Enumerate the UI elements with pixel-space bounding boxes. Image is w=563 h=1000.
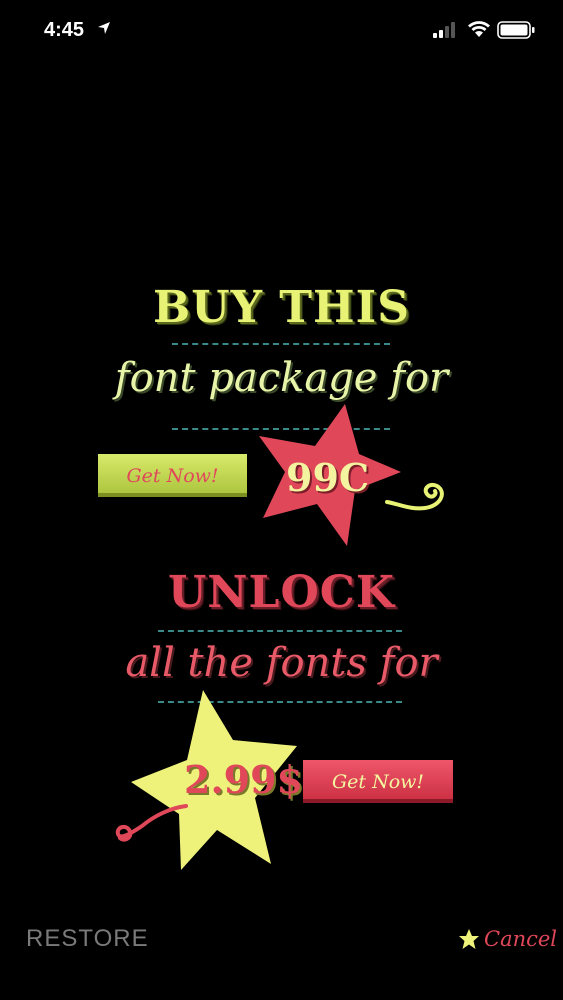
price-2-99: 2.99$ xyxy=(184,757,303,802)
status-bar: 4:45 xyxy=(0,0,563,60)
cancel-button[interactable]: Cancel xyxy=(458,927,557,951)
signal-icon xyxy=(433,22,455,38)
swirl-icon xyxy=(115,804,188,842)
battery-icon xyxy=(497,21,535,39)
star-icon xyxy=(459,929,479,949)
divider xyxy=(158,630,402,632)
restore-button[interactable]: RESTORE xyxy=(26,925,149,953)
offer-one-subtitle: font package for xyxy=(114,355,449,401)
divider xyxy=(172,343,390,345)
offer-two-title: UNLOCK xyxy=(167,567,396,618)
price-99c: 99C xyxy=(286,455,370,500)
status-time: 4:45 xyxy=(44,19,85,41)
cancel-label: Cancel xyxy=(484,927,558,951)
swirl-icon xyxy=(385,483,444,511)
location-arrow-icon xyxy=(98,22,110,34)
offer-two-subtitle: all the fonts for xyxy=(125,640,438,686)
get-now-button-99c[interactable]: Get Now! xyxy=(98,454,247,497)
get-now-button-2-99[interactable]: Get Now! xyxy=(303,760,453,803)
wifi-icon xyxy=(468,21,490,37)
offer-one-title: BUY THIS xyxy=(153,282,410,333)
